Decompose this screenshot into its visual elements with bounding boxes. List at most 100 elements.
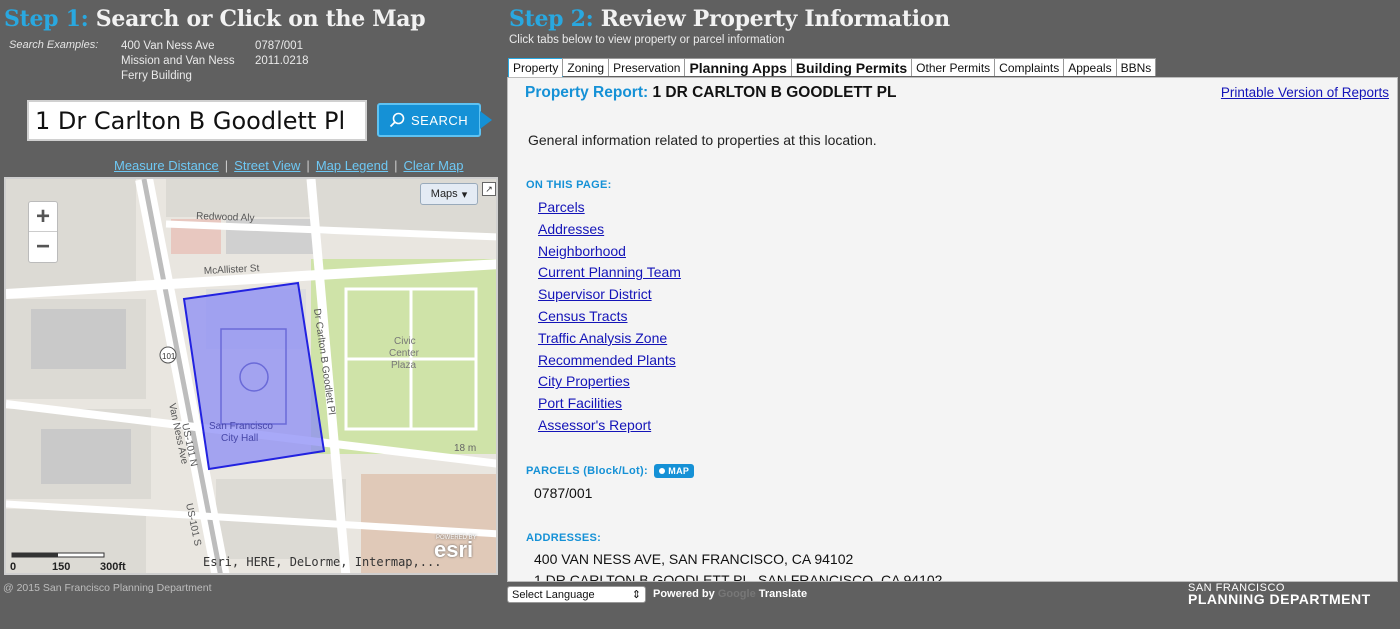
list-item: Addresses xyxy=(538,219,681,241)
report-title-value: 1 DR CARLTON B GOODLETT PL xyxy=(652,84,897,101)
list-item: Neighborhood xyxy=(538,241,681,263)
street-label-redwood: Redwood Aly xyxy=(196,211,255,224)
list-item: Port Facilities xyxy=(538,393,681,415)
sf-planning-logo: SAN FRANCISCO PLANNING DEPARTMENT xyxy=(1188,583,1371,607)
example-item: 2011.0218 xyxy=(255,55,309,67)
chevron-down-icon: ▾ xyxy=(461,188,468,201)
search-input[interactable]: 1 Dr Carlton B Goodlett Pl xyxy=(27,100,367,141)
separator: | xyxy=(224,158,229,173)
clear-map-link[interactable]: Clear Map xyxy=(403,158,463,173)
tab-other-permits[interactable]: Other Permits xyxy=(911,58,996,76)
tab-appeals[interactable]: Appeals xyxy=(1063,58,1117,76)
chevron-updown-icon: ⇕ xyxy=(631,589,641,601)
measure-distance-link[interactable]: Measure Distance xyxy=(114,158,219,173)
supervisor-district-link[interactable]: Supervisor District xyxy=(538,286,652,302)
list-item: Supervisor District xyxy=(538,284,681,306)
street-view-link[interactable]: Street View xyxy=(234,158,300,173)
example-item: 400 Van Ness Ave xyxy=(121,40,215,52)
map-tools: Measure Distance | Street View | Map Leg… xyxy=(114,158,463,173)
address-line: 400 VAN NESS AVE, SAN FRANCISCO, CA 9410… xyxy=(534,551,854,567)
city-properties-link[interactable]: City Properties xyxy=(538,373,630,389)
map-attribution: Esri, HERE, DeLorme, Intermap,... xyxy=(203,555,442,569)
parcels-heading: PARCELS (Block/Lot): MAP xyxy=(526,464,695,478)
separator: | xyxy=(394,158,398,173)
search-button-label: SEARCH xyxy=(411,112,469,128)
examples-col2: 0787/001 2011.0218 xyxy=(255,39,309,69)
parcel-value: 0787/001 xyxy=(534,485,593,501)
zoom-out-button[interactable]: − xyxy=(29,232,57,262)
recommended-plants-link[interactable]: Recommended Plants xyxy=(538,352,676,368)
language-select-label: Select Language xyxy=(512,588,595,601)
powered-by-label: Powered by xyxy=(653,588,715,600)
zoom-in-button[interactable]: + xyxy=(29,202,57,232)
scale-label: 0 xyxy=(10,561,17,573)
separator: | xyxy=(306,158,310,173)
map-view[interactable]: Redwood Aly McAllister St Dr Carlton B G… xyxy=(4,177,498,575)
map-chip-label: MAP xyxy=(668,466,690,476)
copyright: @ 2015 San Francisco Planning Department xyxy=(3,582,212,594)
report-title: Property Report: 1 DR CARLTON B GOODLETT… xyxy=(525,84,896,102)
neighborhood-link[interactable]: Neighborhood xyxy=(538,243,626,259)
assessors-report-link[interactable]: Assessor's Report xyxy=(538,417,651,433)
tab-planning-apps[interactable]: Planning Apps xyxy=(684,58,792,76)
dot-icon xyxy=(659,468,666,474)
parcel-map-button[interactable]: MAP xyxy=(654,464,695,478)
step2-text: Review Property Information xyxy=(600,6,950,32)
step1-title: Step 1: Search or Click on the Map xyxy=(4,6,426,32)
example-item: 0787/001 xyxy=(255,40,303,52)
tab-building-permits[interactable]: Building Permits xyxy=(790,58,913,76)
list-item: Assessor's Report xyxy=(538,415,681,437)
plaza-label-2: Center xyxy=(389,348,420,359)
port-facilities-link[interactable]: Port Facilities xyxy=(538,395,622,411)
plaza-label-3: Plaza xyxy=(391,360,416,371)
translate-label: Translate xyxy=(758,588,808,600)
expand-icon[interactable]: ↗ xyxy=(482,182,496,196)
list-item: Current Planning Team xyxy=(538,262,681,284)
map-legend-link[interactable]: Map Legend xyxy=(316,158,388,173)
tab-complaints[interactable]: Complaints xyxy=(994,58,1065,76)
current-planning-team-link[interactable]: Current Planning Team xyxy=(538,264,681,280)
on-this-page-list: Parcels Addresses Neighborhood Current P… xyxy=(538,197,681,437)
addresses-link[interactable]: Addresses xyxy=(538,221,604,237)
step1-text: Search or Click on the Map xyxy=(95,6,426,32)
zoom-control: + − xyxy=(28,201,58,263)
search-icon xyxy=(389,112,405,128)
highway-shield-label: 101 xyxy=(162,352,176,361)
report-panel: Property Report: 1 DR CARLTON B GOODLETT… xyxy=(507,77,1398,582)
list-item: City Properties xyxy=(538,371,681,393)
step1-number: Step 1: xyxy=(4,6,89,32)
google-logo: Google xyxy=(717,588,756,600)
general-info-text: General information related to propertie… xyxy=(528,132,877,148)
search-examples-label: Search Examples: xyxy=(9,39,99,51)
tab-preservation[interactable]: Preservation xyxy=(608,58,686,76)
list-item: Parcels xyxy=(538,197,681,219)
tab-bbns[interactable]: BBNs xyxy=(1115,58,1157,76)
addresses-heading: ADDRESSES: xyxy=(526,532,602,544)
logo-line2: PLANNING DEPARTMENT xyxy=(1188,591,1371,607)
city-hall-label-1: San Francisco xyxy=(209,421,273,432)
examples-col1: 400 Van Ness Ave Mission and Van Ness Fe… xyxy=(121,39,235,84)
step2-number: Step 2: xyxy=(509,6,594,32)
printable-version-link[interactable]: Printable Version of Reports xyxy=(1221,85,1389,100)
report-title-label: Property Report: xyxy=(525,84,649,101)
scale-label: 300ft xyxy=(100,561,126,573)
census-tracts-link[interactable]: Census Tracts xyxy=(538,308,627,324)
basemap-button[interactable]: Maps ▾ xyxy=(420,183,478,205)
list-item: Recommended Plants xyxy=(538,350,681,372)
list-item: Traffic Analysis Zone xyxy=(538,328,681,350)
tab-property[interactable]: Property xyxy=(508,58,564,78)
example-item: Mission and Van Ness xyxy=(121,55,235,67)
on-this-page-heading: ON THIS PAGE: xyxy=(526,179,612,191)
basemap-label: Maps xyxy=(430,188,458,200)
scale-label: 150 xyxy=(52,561,71,573)
google-translate-credit: Powered by Google Translate xyxy=(653,588,807,600)
tab-zoning[interactable]: Zoning xyxy=(562,58,610,76)
traffic-analysis-zone-link[interactable]: Traffic Analysis Zone xyxy=(538,330,667,346)
address-line: 1 DR CARLTON B GOODLETT PL, SAN FRANCISC… xyxy=(534,572,943,582)
search-button[interactable]: SEARCH xyxy=(377,103,492,137)
example-item: Ferry Building xyxy=(121,70,192,82)
language-select[interactable]: Select Language ⇕ xyxy=(507,586,646,603)
parcels-heading-text: PARCELS (Block/Lot): xyxy=(526,464,648,477)
map-canvas: Redwood Aly McAllister St Dr Carlton B G… xyxy=(6,179,496,573)
parcels-link[interactable]: Parcels xyxy=(538,199,585,215)
